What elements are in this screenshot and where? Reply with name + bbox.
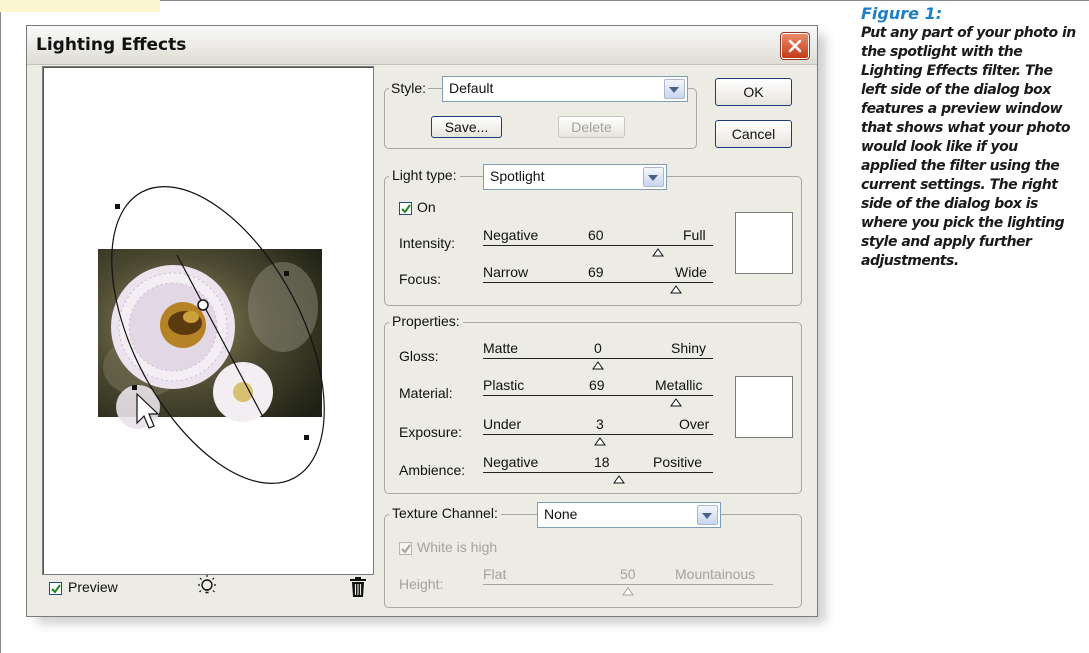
title-bar[interactable]: Lighting Effects bbox=[27, 26, 817, 65]
style-dropdown-value: Default bbox=[449, 80, 494, 96]
texture-channel-dropdown[interactable]: None bbox=[537, 502, 721, 528]
exposure-slider-track[interactable] bbox=[483, 434, 713, 435]
focus-value: 69 bbox=[588, 264, 604, 280]
save-button[interactable]: Save... bbox=[431, 116, 502, 138]
white-is-high-checkbox[interactable] bbox=[399, 542, 412, 555]
ambience-value: 18 bbox=[594, 454, 610, 470]
height-slider-track[interactable] bbox=[483, 584, 773, 585]
ok-button[interactable]: OK bbox=[715, 78, 792, 106]
exposure-label: Exposure: bbox=[399, 424, 463, 440]
ambience-slider-track[interactable] bbox=[483, 472, 713, 473]
ambience-min-label: Negative bbox=[483, 454, 539, 470]
light-type-dropdown[interactable]: Spotlight bbox=[483, 164, 667, 190]
on-checkbox[interactable] bbox=[399, 202, 412, 215]
corner-tab bbox=[0, 0, 160, 12]
trash-icon[interactable] bbox=[348, 576, 368, 598]
exposure-value: 3 bbox=[596, 416, 604, 432]
gloss-value: 0 bbox=[594, 340, 602, 356]
preview-checkbox[interactable] bbox=[49, 582, 62, 595]
material-label: Material: bbox=[399, 385, 453, 401]
checkmark-icon bbox=[51, 584, 61, 594]
material-slider-thumb[interactable] bbox=[670, 398, 683, 407]
height-label: Height: bbox=[399, 576, 444, 592]
gloss-max-label: Shiny bbox=[671, 340, 707, 356]
ambience-label: Ambience: bbox=[399, 462, 466, 478]
figure-caption-body: Put any part of your photo in the spotli… bbox=[861, 25, 1076, 269]
ambience-max-label: Positive bbox=[653, 454, 703, 470]
texture-channel-value: None bbox=[544, 506, 578, 522]
material-max-label: Metallic bbox=[655, 377, 703, 393]
close-button[interactable] bbox=[780, 32, 810, 60]
delete-button[interactable]: Delete bbox=[558, 116, 625, 138]
preview-canvas[interactable] bbox=[43, 67, 373, 574]
focus-max-label: Wide bbox=[675, 264, 707, 280]
chevron-down-icon[interactable] bbox=[697, 505, 718, 525]
gloss-label: Gloss: bbox=[399, 348, 439, 364]
exposure-min-label: Under bbox=[483, 416, 522, 432]
checkmark-icon bbox=[401, 204, 411, 214]
intensity-min-label: Negative bbox=[483, 227, 539, 243]
ambience-color-swatch[interactable] bbox=[735, 376, 793, 438]
focus-slider-track[interactable] bbox=[483, 282, 713, 283]
material-slider-track[interactable] bbox=[483, 395, 713, 396]
close-icon bbox=[788, 39, 802, 53]
height-max-label: Mountainous bbox=[675, 566, 756, 582]
preview-window[interactable] bbox=[42, 66, 374, 575]
light-type-value: Spotlight bbox=[490, 168, 545, 184]
focus-label: Focus: bbox=[399, 271, 442, 287]
focus-min-label: Narrow bbox=[483, 264, 529, 280]
texture-channel-label: Texture Channel: bbox=[389, 505, 501, 521]
intensity-value: 60 bbox=[588, 227, 604, 243]
intensity-slider-track[interactable] bbox=[483, 245, 713, 246]
texture-group bbox=[384, 514, 802, 608]
material-min-label: Plastic bbox=[483, 377, 525, 393]
dialog-title: Lighting Effects bbox=[36, 35, 187, 55]
cancel-button[interactable]: Cancel bbox=[715, 120, 792, 148]
white-is-high-label: White is high bbox=[417, 539, 498, 555]
exposure-slider-thumb[interactable] bbox=[594, 437, 607, 446]
gloss-min-label: Matte bbox=[483, 340, 519, 356]
height-value: 50 bbox=[620, 566, 636, 582]
intensity-slider-thumb[interactable] bbox=[651, 248, 664, 257]
intensity-max-label: Full bbox=[683, 227, 706, 243]
chevron-down-icon[interactable] bbox=[664, 79, 685, 99]
material-value: 69 bbox=[589, 377, 605, 393]
focus-slider-thumb[interactable] bbox=[670, 285, 683, 294]
lighting-effects-dialog: Lighting Effects Preview Style: Default … bbox=[26, 25, 818, 617]
preview-label: Preview bbox=[68, 579, 118, 595]
light-bulb-icon[interactable] bbox=[195, 574, 219, 598]
light-color-swatch[interactable] bbox=[735, 212, 793, 274]
gloss-slider-thumb[interactable] bbox=[592, 361, 604, 370]
chevron-down-icon[interactable] bbox=[643, 167, 664, 187]
intensity-label: Intensity: bbox=[399, 235, 456, 251]
height-min-label: Flat bbox=[483, 566, 507, 582]
ambience-slider-thumb[interactable] bbox=[612, 475, 625, 484]
height-slider-thumb[interactable] bbox=[622, 587, 634, 596]
style-label: Style: bbox=[389, 80, 429, 96]
style-dropdown[interactable]: Default bbox=[442, 76, 688, 102]
figure-caption-title: Figure 1: bbox=[861, 4, 943, 23]
properties-title: Properties: bbox=[389, 313, 463, 329]
light-type-label: Light type: bbox=[389, 167, 460, 183]
checkmark-icon bbox=[401, 544, 411, 554]
on-label: On bbox=[417, 199, 436, 215]
gloss-slider-track[interactable] bbox=[483, 358, 713, 359]
exposure-max-label: Over bbox=[679, 416, 710, 432]
